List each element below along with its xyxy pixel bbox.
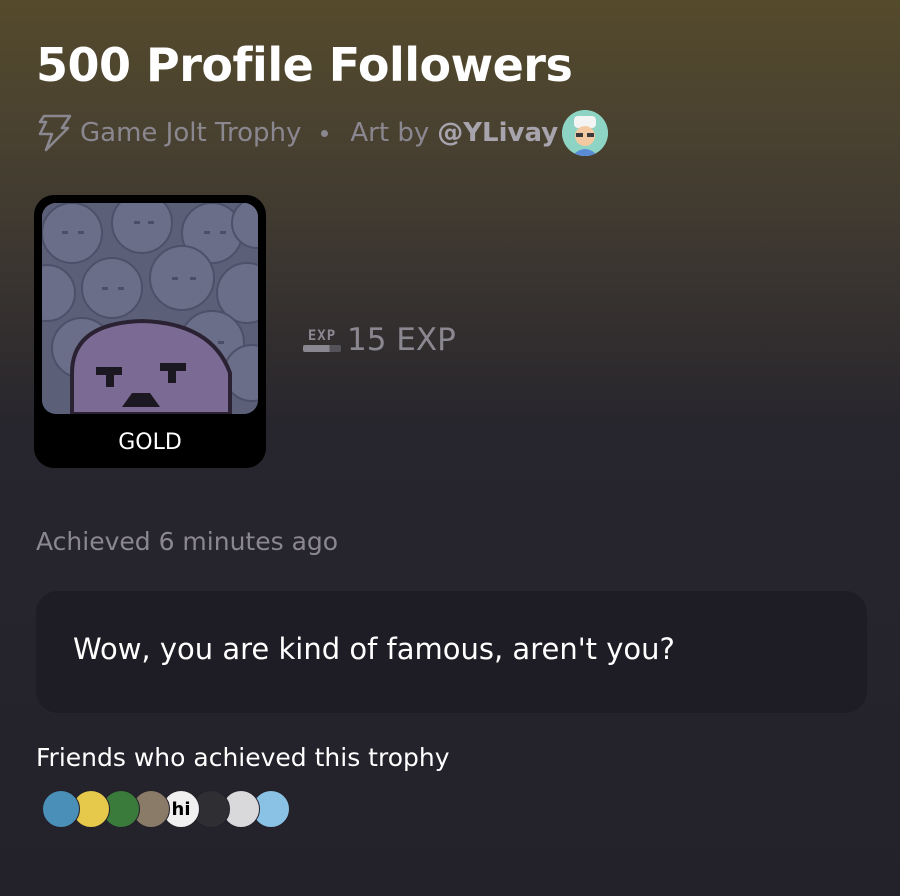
exp-reward: EXP 15 EXP xyxy=(303,322,456,358)
art-by-label: Art by xyxy=(350,118,430,148)
trophy-subtitle: Game Jolt Trophy Art by @YLivay xyxy=(36,106,609,160)
achieved-time: Achieved 6 minutes ago xyxy=(36,527,339,556)
trophy-title: 500 Profile Followers xyxy=(36,38,573,92)
artist-avatar[interactable] xyxy=(562,110,609,156)
exp-icon: EXP xyxy=(303,329,341,352)
exp-value: 15 EXP xyxy=(347,322,456,358)
game-jolt-lightning-icon xyxy=(36,114,72,152)
friends-label: Friends who achieved this trophy xyxy=(36,743,450,772)
trophy-artwork xyxy=(42,203,258,414)
separator-dot xyxy=(321,129,329,137)
friends-avatar-list: hi xyxy=(42,790,290,828)
trophy-card: GOLD xyxy=(34,195,266,468)
trophy-description: Wow, you are kind of famous, aren't you? xyxy=(73,632,675,666)
artist-link[interactable]: @YLivay xyxy=(437,118,558,148)
trophy-type-label: Game Jolt Trophy xyxy=(80,118,302,148)
trophy-tier: GOLD xyxy=(118,430,182,455)
avatar-shark[interactable] xyxy=(42,790,80,828)
trophy-description-box: Wow, you are kind of famous, aren't you? xyxy=(36,591,867,713)
